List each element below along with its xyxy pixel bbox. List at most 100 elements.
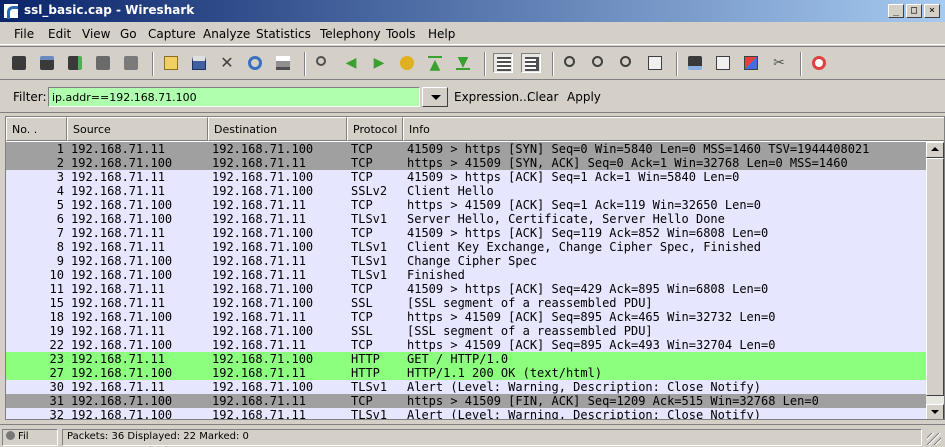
packet-row[interactable]: 2 192.168.71.100 192.168.71.11 TCP https > 4… (6, 156, 926, 170)
column-header-no[interactable]: No. . (6, 117, 67, 141)
interface-list-icon[interactable] (9, 53, 29, 73)
help-icon[interactable] (809, 53, 829, 73)
packet-row[interactable]: 30 192.168.71.11 192.168.71.100 TLSv1 Alert … (6, 380, 926, 394)
normal-size-icon[interactable] (617, 53, 637, 73)
packet-row[interactable]: 6 192.168.71.100 192.168.71.11 TLSv1 Server … (6, 212, 926, 226)
reload-icon[interactable] (245, 53, 265, 73)
zoom-in-icon[interactable] (561, 53, 581, 73)
apply-filter-button[interactable]: Apply (567, 90, 601, 104)
packet-row[interactable]: 19 192.168.71.11 192.168.71.100 SSL [SSL seg… (6, 324, 926, 338)
packet-row[interactable]: 3 192.168.71.11 192.168.71.100 TCP 41509 > h… (6, 170, 926, 184)
stop-capture-icon[interactable] (93, 53, 113, 73)
restart-capture-icon[interactable] (121, 53, 141, 73)
menu-capture[interactable]: Capture (148, 27, 196, 41)
close-file-icon[interactable]: ✕ (217, 53, 237, 73)
column-header-info[interactable]: Info (403, 117, 944, 141)
packet-row[interactable]: 22 192.168.71.100 192.168.71.11 TCP https > … (6, 338, 926, 352)
minimize-button[interactable]: _ (888, 4, 904, 18)
menu-file[interactable]: File (14, 27, 34, 41)
packet-info-cell: Client Key Exchange, Change Cipher Spec,… (407, 240, 762, 254)
scroll-thumb[interactable] (926, 158, 944, 396)
scroll-down-button[interactable] (926, 404, 944, 419)
packet-info-cell: https > 41509 [SYN, ACK] Seq=0 Ack=1 Win… (407, 156, 848, 170)
packet-protocol-cell: HTTP (351, 366, 380, 380)
packet-info-cell: 41509 > https [ACK] Seq=429 Ack=895 Win=… (407, 282, 769, 296)
packet-source-cell: 192.168.71.11 (71, 352, 165, 366)
display-filters-icon[interactable] (713, 53, 733, 73)
expression-button[interactable]: Expression... (454, 90, 531, 104)
open-file-icon[interactable] (161, 53, 181, 73)
packet-destination-cell: 192.168.71.11 (212, 310, 306, 324)
menu-view[interactable]: View (82, 27, 110, 41)
go-back-icon[interactable]: ◀ (341, 53, 361, 73)
display-filter-input[interactable] (48, 87, 420, 107)
packet-row[interactable]: 7 192.168.71.11 192.168.71.100 TCP 41509 > h… (6, 226, 926, 240)
packet-row[interactable]: 8 192.168.71.11 192.168.71.100 TLSv1 Client … (6, 240, 926, 254)
packet-row[interactable]: 5 192.168.71.100 192.168.71.11 TCP https > 4… (6, 198, 926, 212)
find-packet-icon[interactable] (313, 53, 333, 73)
packet-row[interactable]: 4 192.168.71.11 192.168.71.100 SSLv2 Client … (6, 184, 926, 198)
go-forward-icon[interactable]: ▶ (369, 53, 389, 73)
packet-row[interactable]: 1 192.168.71.11 192.168.71.100 TCP 41509 > h… (6, 142, 926, 156)
menu-telephony[interactable]: Telephony (320, 27, 381, 41)
column-header-protocol[interactable]: Protocol (347, 117, 403, 141)
packet-source-cell: 192.168.71.100 (71, 394, 173, 408)
zoom-out-icon[interactable] (589, 53, 609, 73)
coloring-rules-icon[interactable] (741, 53, 761, 73)
column-header-destination[interactable]: Destination (208, 117, 347, 141)
toolbar-separator (152, 52, 154, 76)
packet-row[interactable]: 10 192.168.71.100 192.168.71.11 TLSv1 Finish… (6, 268, 926, 282)
print-icon[interactable] (273, 53, 293, 73)
go-last-icon[interactable]: ▼ (453, 53, 473, 73)
menu-statistics[interactable]: Statistics (256, 27, 311, 41)
packet-destination-cell: 192.168.71.100 (212, 324, 314, 338)
capture-options-icon[interactable] (37, 53, 57, 73)
save-file-icon[interactable] (189, 53, 209, 73)
clear-filter-button[interactable]: Clear (527, 90, 558, 104)
start-capture-icon[interactable] (65, 53, 85, 73)
packet-row[interactable]: 32 192.168.71.100 192.168.71.11 TLSv1 Alert … (6, 408, 926, 419)
maximize-button[interactable]: □ (906, 4, 922, 18)
packet-row[interactable]: 27 192.168.71.100 192.168.71.11 HTTP HTTP/1.… (6, 366, 926, 380)
column-header-source[interactable]: Source (67, 117, 208, 141)
packet-protocol-cell: SSLv2 (351, 184, 388, 198)
close-button[interactable]: × (924, 4, 940, 18)
go-to-packet-icon[interactable] (397, 53, 417, 73)
packet-info-cell: 41509 > https [ACK] Seq=1 Ack=1 Win=5840… (407, 170, 740, 184)
filter-history-dropdown[interactable] (422, 87, 448, 107)
packet-info-cell: Change Cipher Spec (407, 254, 538, 268)
packet-source-cell: 192.168.71.11 (71, 324, 165, 338)
packet-row[interactable]: 18 192.168.71.100 192.168.71.11 TCP https > … (6, 310, 926, 324)
packet-source-cell: 192.168.71.11 (71, 184, 165, 198)
packet-row[interactable]: 11 192.168.71.11 192.168.71.100 TCP 41509 > … (6, 282, 926, 296)
menu-help[interactable]: Help (428, 27, 455, 41)
packet-info-cell: HTTP/1.1 200 OK (text/html) (407, 366, 603, 380)
scroll-up-button[interactable] (926, 142, 944, 158)
auto-scroll-icon[interactable] (521, 53, 541, 73)
menu-edit[interactable]: Edit (48, 27, 71, 41)
colorize-icon[interactable] (493, 53, 513, 73)
preferences-icon[interactable]: ✂ (769, 53, 789, 73)
packet-row[interactable]: 31 192.168.71.100 192.168.71.11 TCP https > … (6, 394, 926, 408)
packet-row[interactable]: 9 192.168.71.100 192.168.71.11 TLSv1 Change … (6, 254, 926, 268)
capture-filters-icon[interactable] (685, 53, 705, 73)
menu-tools[interactable]: Tools (386, 27, 416, 41)
packet-protocol-cell: TCP (351, 310, 373, 324)
packet-row[interactable]: 15 192.168.71.11 192.168.71.100 SSL [SSL seg… (6, 296, 926, 310)
packet-info-cell: [SSL segment of a reassembled PDU] (407, 296, 653, 310)
resize-columns-icon[interactable] (645, 53, 665, 73)
resize-grip-icon[interactable] (927, 433, 941, 445)
expert-info-indicator[interactable]: Fil (2, 429, 58, 446)
packet-info-cell: GET / HTTP/1.0 (407, 352, 509, 366)
packet-info-cell: Finished (407, 268, 465, 282)
window-title: ssl_basic.cap - Wireshark (24, 3, 195, 17)
menu-analyze[interactable]: Analyze (203, 27, 250, 41)
go-first-icon[interactable]: ▲ (425, 53, 445, 73)
menu-go[interactable]: Go (120, 27, 137, 41)
packet-destination-cell: 192.168.71.11 (212, 156, 306, 170)
packet-list-scrollbar[interactable] (926, 142, 944, 419)
packet-row[interactable]: 23 192.168.71.11 192.168.71.100 HTTP GET / H… (6, 352, 926, 366)
packet-protocol-cell: HTTP (351, 352, 380, 366)
packet-list-pane: No. . Source Destination Protocol Info 1… (5, 116, 945, 420)
packet-info-cell: 41509 > https [ACK] Seq=119 Ack=852 Win=… (407, 226, 769, 240)
